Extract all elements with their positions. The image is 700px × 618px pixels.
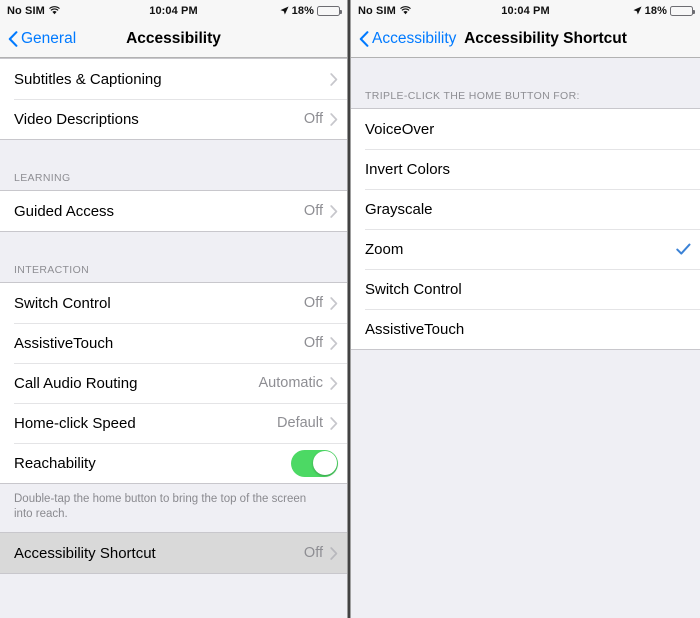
shortcut-options-list[interactable]: TRIPLE-CLICK THE HOME BUTTON FOR: VoiceO… xyxy=(351,58,700,617)
row-label: Switch Control xyxy=(14,294,111,312)
row-value: Off xyxy=(303,545,323,561)
chevron-left-icon xyxy=(359,31,369,47)
row-switch-control[interactable]: Switch Control Off xyxy=(0,283,347,323)
row-value: Off xyxy=(303,111,323,127)
option-row-grayscale[interactable]: Grayscale xyxy=(351,189,700,229)
row-label: AssistiveTouch xyxy=(14,334,114,352)
row-label: Call Audio Routing xyxy=(14,374,138,392)
toggle-knob xyxy=(312,451,337,475)
reachability-toggle[interactable] xyxy=(291,449,338,477)
row-label: Guided Access xyxy=(14,202,115,220)
option-label: VoiceOver xyxy=(365,120,435,138)
chevron-right-icon xyxy=(330,72,338,86)
checkmark-icon xyxy=(676,243,691,256)
clock-label: 10:04 PM xyxy=(149,4,198,17)
group-accessibility-shortcut: Accessibility Shortcut Off xyxy=(0,532,347,574)
nav-bar: General Accessibility xyxy=(0,21,347,58)
option-row-voiceover[interactable]: VoiceOver xyxy=(351,109,700,149)
status-bar-right: 18% xyxy=(230,4,342,17)
group-media: Subtitles & Captioning Video Description… xyxy=(0,58,347,140)
status-bar-right: 18% xyxy=(582,4,695,17)
option-label: Grayscale xyxy=(365,200,433,218)
status-bar: No SIM 10:04 PM 18% xyxy=(0,0,347,21)
row-value: Default xyxy=(277,415,323,431)
status-bar: No SIM 10:04 PM 18% xyxy=(351,0,700,21)
chevron-right-icon xyxy=(330,376,338,390)
row-label: Subtitles & Captioning xyxy=(14,70,162,88)
option-label: Switch Control xyxy=(365,280,462,298)
settings-list[interactable]: Subtitles & Captioning Video Description… xyxy=(0,58,347,617)
back-button-label: Accessibility xyxy=(372,30,457,47)
chevron-left-icon xyxy=(8,31,18,47)
left-phone-screen: No SIM 10:04 PM 18% General Accessibilit… xyxy=(0,0,347,618)
carrier-label: No SIM xyxy=(7,4,45,17)
battery-percent-label: 18% xyxy=(644,4,667,17)
back-button[interactable]: General xyxy=(8,30,76,48)
option-label: Zoom xyxy=(365,240,404,258)
section-header-learning: LEARNING xyxy=(0,166,347,190)
row-label: Home-click Speed xyxy=(14,414,136,432)
carrier-label: No SIM xyxy=(358,4,396,17)
row-call-audio-routing[interactable]: Call Audio Routing Automatic xyxy=(0,363,347,403)
section-header-interaction: INTERACTION xyxy=(0,258,347,282)
row-guided-access[interactable]: Guided Access Off xyxy=(0,191,347,231)
clock-label: 10:04 PM xyxy=(501,4,550,17)
option-label: AssistiveTouch xyxy=(365,320,465,338)
option-row-zoom[interactable]: Zoom xyxy=(351,229,700,269)
row-subtitles-captioning[interactable]: Subtitles & Captioning xyxy=(0,59,347,99)
section-spacer xyxy=(0,232,347,258)
right-phone-screen: No SIM 10:04 PM 18% Accessibility Access… xyxy=(351,0,700,618)
battery-percent-label: 18% xyxy=(291,4,314,17)
row-home-click-speed[interactable]: Home-click Speed Default xyxy=(0,403,347,443)
chevron-right-icon xyxy=(330,336,338,350)
option-row-assistivetouch[interactable]: AssistiveTouch xyxy=(351,309,700,349)
row-value: Off xyxy=(303,335,323,351)
battery-icon xyxy=(316,5,342,16)
chevron-right-icon xyxy=(330,296,338,310)
section-spacer xyxy=(351,58,700,84)
reachability-footer-note: Double-tap the home button to bring the … xyxy=(0,484,347,532)
option-label: Invert Colors xyxy=(365,160,451,178)
battery-icon xyxy=(669,5,695,16)
nav-bar: Accessibility Accessibility Shortcut xyxy=(351,21,700,58)
dual-screenshot-container: No SIM 10:04 PM 18% General Accessibilit… xyxy=(0,0,700,618)
row-label: Accessibility Shortcut xyxy=(14,544,156,562)
location-arrow-icon xyxy=(280,6,289,15)
row-value: Off xyxy=(303,295,323,311)
status-bar-left: No SIM xyxy=(358,5,469,17)
section-spacer xyxy=(0,140,347,166)
group-interaction: Switch Control Off AssistiveTouch Off Ca… xyxy=(0,282,347,484)
row-label: Video Descriptions xyxy=(14,110,139,128)
row-reachability[interactable]: Reachability xyxy=(0,443,347,483)
status-bar-left: No SIM xyxy=(7,5,117,17)
wifi-icon xyxy=(400,6,411,15)
section-header-triple-click: TRIPLE-CLICK THE HOME BUTTON FOR: xyxy=(351,84,700,108)
option-row-invert-colors[interactable]: Invert Colors xyxy=(351,149,700,189)
chevron-right-icon xyxy=(330,546,338,560)
back-button[interactable]: Accessibility xyxy=(359,30,456,48)
row-video-descriptions[interactable]: Video Descriptions Off xyxy=(0,99,347,139)
back-button-label: General xyxy=(21,30,77,47)
group-learning: Guided Access Off xyxy=(0,190,347,232)
row-assistivetouch[interactable]: AssistiveTouch Off xyxy=(0,323,347,363)
chevron-right-icon xyxy=(330,112,338,126)
group-shortcut-options: VoiceOver Invert Colors Grayscale Zoom S… xyxy=(351,108,700,350)
wifi-icon xyxy=(49,6,60,15)
row-accessibility-shortcut[interactable]: Accessibility Shortcut Off xyxy=(0,533,347,573)
chevron-right-icon xyxy=(330,204,338,218)
row-label: Reachability xyxy=(14,454,96,472)
row-value: Automatic xyxy=(258,375,323,391)
location-arrow-icon xyxy=(633,6,642,15)
option-row-switch-control[interactable]: Switch Control xyxy=(351,269,700,309)
row-value: Off xyxy=(303,203,323,219)
chevron-right-icon xyxy=(330,416,338,430)
